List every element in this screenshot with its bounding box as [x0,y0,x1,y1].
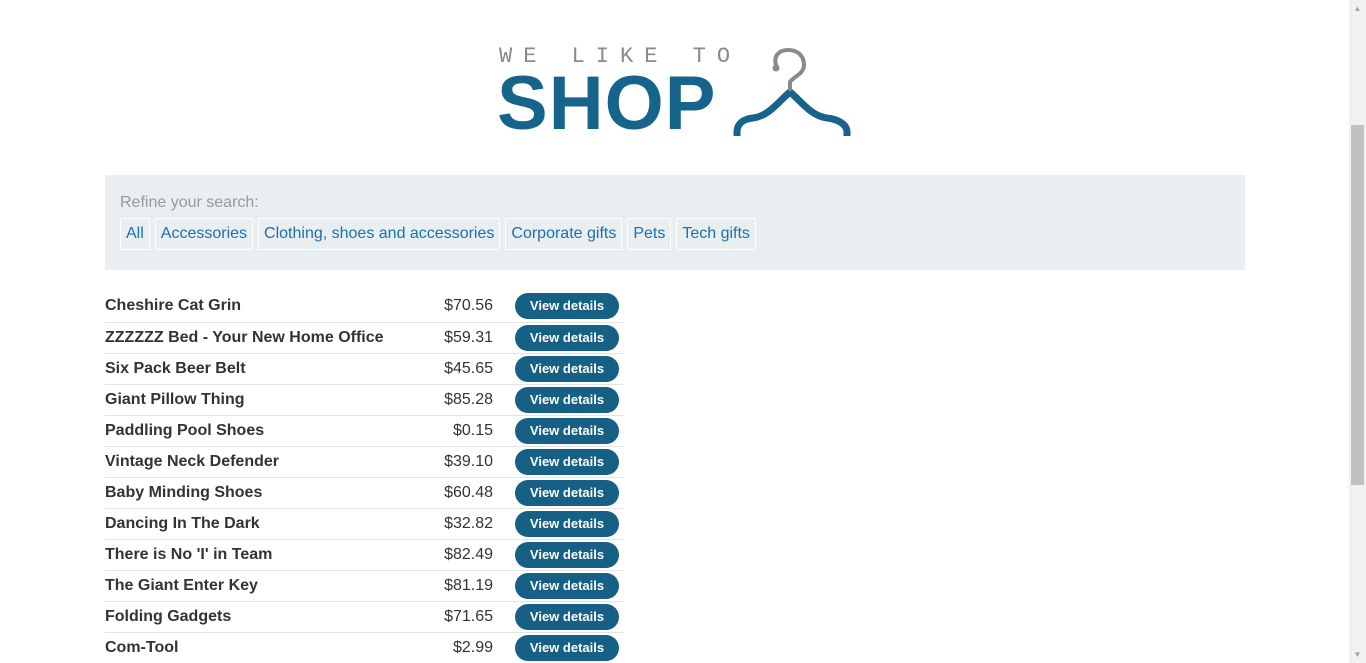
view-details-button[interactable]: View details [515,293,619,320]
product-name: Com-Tool [105,638,179,656]
product-name: ZZZZZZ Bed - Your New Home Office [105,322,435,354]
site-logo[interactable]: WE LIKE TO SHOP [497,42,857,146]
table-row: Giant Pillow Thing $85.28 View details [105,384,623,416]
view-details-button[interactable]: View details [515,355,619,382]
filter-link-pets[interactable]: Pets [627,218,672,250]
product-price: $32.82 [435,508,515,540]
page: WE LIKE TO SHOP Refine your search: All … [0,0,1349,663]
product-price: $60.48 [435,477,515,509]
view-details-button[interactable]: View details [515,386,619,413]
view-details-button[interactable]: View details [515,541,619,568]
view-details-button[interactable]: View details [515,324,619,351]
table-row: Com-Tool $2.99 View details [105,632,623,663]
product-name: Paddling Pool Shoes [105,415,435,447]
product-name: Six Pack Beer Belt [105,353,435,385]
product-price: $39.10 [435,446,515,478]
logo-wordmark: SHOP [497,61,717,146]
view-details-button[interactable]: View details [515,417,619,444]
table-row: Vintage Neck Defender $39.10 View detail… [105,446,623,478]
table-row: Baby Minding Shoes $60.48 View details [105,477,623,509]
chevron-up-icon[interactable]: ▲ [1349,0,1366,17]
chevron-down-icon[interactable]: ▼ [1349,646,1366,663]
product-table: Cheshire Cat Grin $70.56 View details ZZ… [105,291,623,663]
vertical-scrollbar[interactable]: ▲ ▼ [1349,0,1366,663]
table-row: There is No 'I' in Team $82.49 View deta… [105,539,623,571]
category-filter-list: All Accessories Clothing, shoes and acce… [120,218,756,250]
product-name: There is No 'I' in Team [105,539,435,571]
filter-link-corporate-gifts[interactable]: Corporate gifts [505,218,623,250]
table-row: Paddling Pool Shoes $0.15 View details [105,415,623,447]
refine-search-label: Refine your search: [120,194,259,211]
view-details-button[interactable]: View details [515,510,619,537]
product-price: $85.28 [435,384,515,416]
view-details-button[interactable]: View details [515,603,619,630]
hanger-icon [733,47,851,136]
product-price: $59.31 [435,322,515,354]
product-name: Cheshire Cat Grin [105,291,435,323]
product-name: Vintage Neck Defender [105,446,435,478]
filter-link-clothing[interactable]: Clothing, shoes and accessories [258,218,501,250]
filter-panel: Refine your search: All Accessories Clot… [105,175,1245,270]
view-details-button[interactable]: View details [515,479,619,506]
product-price: $71.65 [435,601,515,633]
table-row: Folding Gadgets $71.65 View details [105,601,623,633]
table-row: Cheshire Cat Grin $70.56 View details [105,291,623,323]
filter-link-tech-gifts[interactable]: Tech gifts [676,218,756,250]
table-row: Dancing In The Dark $32.82 View details [105,508,623,540]
filter-link-all[interactable]: All [120,218,150,250]
product-name: Baby Minding Shoes [105,477,435,509]
product-name: Dancing In The Dark [105,508,435,540]
table-row: Six Pack Beer Belt $45.65 View details [105,353,623,385]
product-name: Folding Gadgets [105,601,435,633]
product-price: $45.65 [435,353,515,385]
product-price: $0.15 [435,415,515,447]
product-price: $82.49 [435,539,515,571]
product-name: Giant Pillow Thing [105,384,435,416]
scrollbar-thumb[interactable] [1351,125,1364,485]
product-price: $70.56 [435,291,515,323]
filter-link-accessories[interactable]: Accessories [154,218,254,250]
view-details-button[interactable]: View details [515,572,619,599]
view-details-button[interactable]: View details [515,448,619,475]
product-price: $2.99 [452,638,493,656]
view-details-button[interactable]: View details [515,634,619,661]
table-row: The Giant Enter Key $81.19 View details [105,570,623,602]
product-name: The Giant Enter Key [105,570,435,602]
table-row: ZZZZZZ Bed - Your New Home Office $59.31… [105,322,623,354]
product-price: $81.19 [435,570,515,602]
